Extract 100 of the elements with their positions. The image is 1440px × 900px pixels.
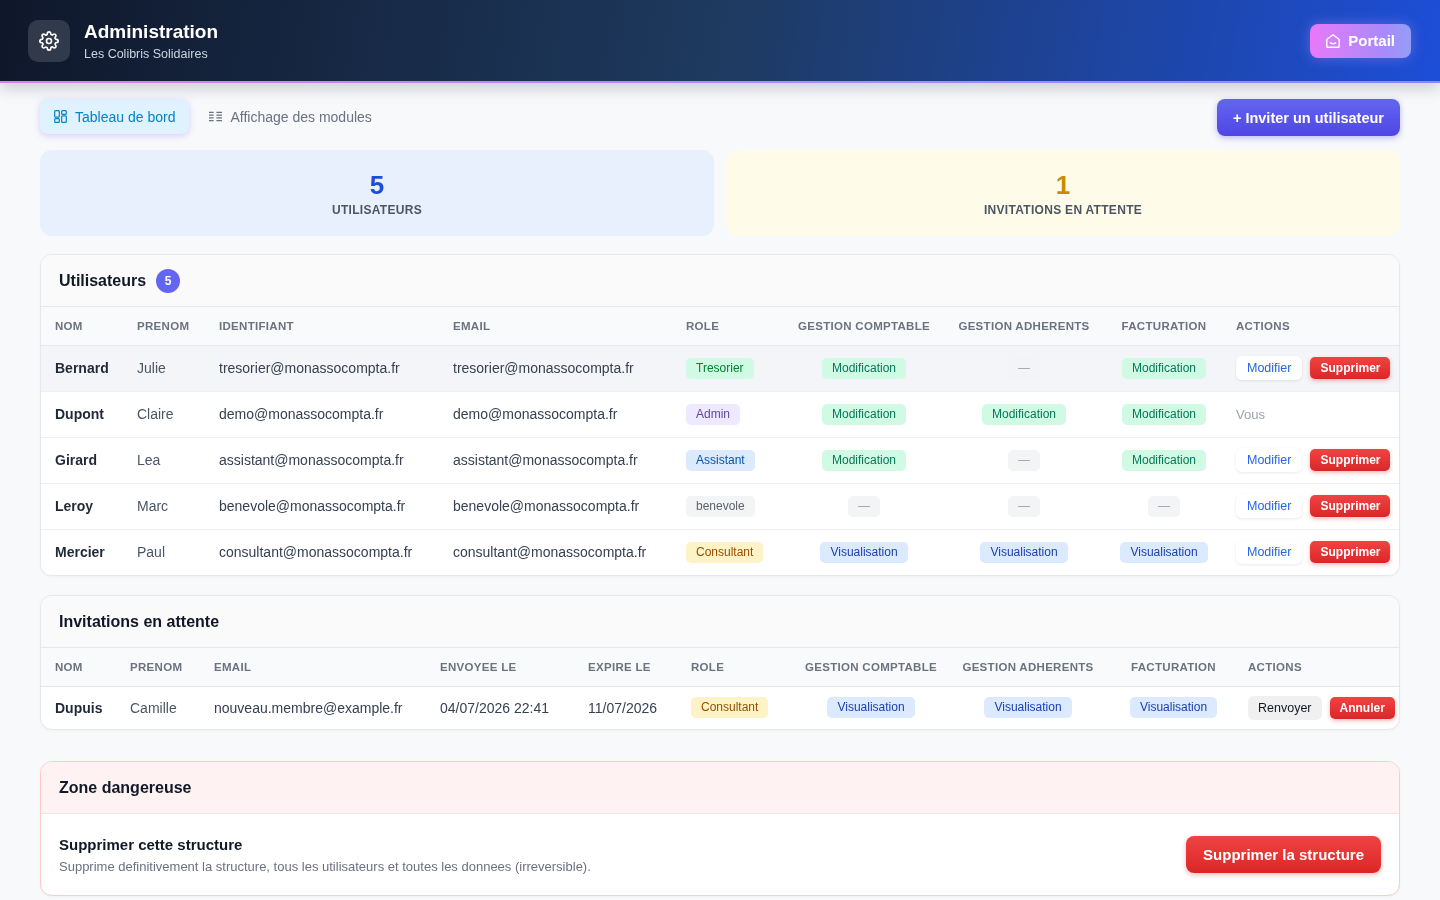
cancel-button[interactable]: Annuler <box>1329 696 1395 719</box>
access-level-badge: Visualisation <box>820 541 908 563</box>
role-badge: Consultant <box>686 541 764 563</box>
email-address: tresorier@monassocompta.fr <box>453 360 634 376</box>
edit-button[interactable]: Modifier <box>1236 356 1303 380</box>
column-header: GESTION ADHERENTS <box>958 319 1090 332</box>
column-header: FACTURATION <box>1121 319 1207 332</box>
column-header: NOM <box>55 660 83 673</box>
column-header: FACTURATION <box>1131 660 1216 673</box>
delete-structure-button[interactable]: Supprimer la structure <box>1186 836 1381 873</box>
column-header: ACTIONS <box>1236 319 1290 332</box>
column-header: GESTION COMPTABLE <box>798 319 930 332</box>
username: demo@monassocompta.fr <box>219 406 384 422</box>
access-level-badge: — <box>1008 495 1040 517</box>
edit-button[interactable]: Modifier <box>1236 494 1303 518</box>
app-title: Administration <box>84 20 219 43</box>
gear-icon <box>28 19 70 62</box>
access-level-badge: Visualisation <box>827 697 915 719</box>
column-header: EXPIRE LE <box>588 660 651 673</box>
panel-title: Zone dangereuse <box>59 778 192 797</box>
panel-title: Utilisateurs <box>59 271 147 290</box>
access-level-badge: Visualisation <box>980 541 1068 563</box>
access-level-badge: Modification <box>1122 449 1206 471</box>
role-badge: Admin <box>686 403 740 425</box>
column-header: PRENOM <box>137 319 190 332</box>
role-badge: Assistant <box>686 449 755 471</box>
column-header: ENVOYEE LE <box>440 660 517 673</box>
username: consultant@monassocompta.fr <box>219 544 413 561</box>
setting-description: Supprime definitivement la structure, tous les utilisateurs et toutes les donnees (irreversible). <box>59 858 591 874</box>
first-name: Paul <box>137 544 166 561</box>
column-header: ACTIONS <box>1248 660 1302 673</box>
last-name: Mercier <box>55 544 105 561</box>
email-address: consultant@monassocompta.fr <box>453 544 647 561</box>
portal-button[interactable]: Portail <box>1310 23 1411 58</box>
tab[interactable]: Affichage des modules <box>195 99 386 134</box>
column-header: GESTION ADHERENTS <box>962 660 1094 673</box>
column-header: GESTION COMPTABLE <box>805 660 937 673</box>
edit-button[interactable]: Modifier <box>1236 540 1303 565</box>
first-name: Julie <box>137 360 166 376</box>
home-icon <box>1326 33 1341 48</box>
stat-value: 5 <box>369 169 385 200</box>
last-name: Leroy <box>55 498 94 514</box>
email-address: demo@monassocompta.fr <box>453 406 618 422</box>
username: assistant@monassocompta.fr <box>219 452 404 468</box>
current-user-label: Vous <box>1236 406 1265 422</box>
invite-user-button[interactable]: + Inviter un utilisateur <box>1216 99 1400 136</box>
access-level-badge: Modification <box>982 403 1066 425</box>
first-name: Claire <box>137 406 174 422</box>
dashboard-grid-icon <box>54 110 67 123</box>
panel-title: Invitations en attente <box>59 612 220 631</box>
count-badge: 5 <box>156 268 181 293</box>
email-address: assistant@monassocompta.fr <box>453 452 638 468</box>
sent-date: 04/07/2026 22:41 <box>440 699 549 716</box>
first-name: Marc <box>137 498 169 514</box>
email-address: nouveau.membre@example.fr <box>214 699 403 716</box>
column-header: IDENTIFIANT <box>219 319 294 332</box>
access-level-badge: Modification <box>822 357 906 379</box>
access-level-badge: — <box>1008 357 1040 379</box>
role-badge: Tresorier <box>686 357 754 379</box>
last-name: Girard <box>55 452 97 468</box>
tab[interactable]: Tableau de bord <box>40 99 190 134</box>
username: tresorier@monassocompta.fr <box>219 360 400 376</box>
stat-label: INVITATIONS EN ATTENTE <box>983 202 1143 217</box>
access-level-badge: — <box>1148 495 1180 517</box>
access-level-badge: — <box>848 495 880 517</box>
delete-button[interactable]: Supprimer <box>1310 495 1391 517</box>
resend-button[interactable]: Renvoyer <box>1248 695 1322 720</box>
email-address: benevole@monassocompta.fr <box>453 498 640 514</box>
access-level-badge: Visualisation <box>1120 541 1208 563</box>
access-level-badge: Visualisation <box>984 697 1072 719</box>
list-columns-icon <box>209 111 223 122</box>
column-header: EMAIL <box>453 319 491 332</box>
username: benevole@monassocompta.fr <box>219 498 406 514</box>
column-header: PRENOM <box>130 660 183 673</box>
last-name: Dupont <box>55 406 104 422</box>
role-badge: Consultant <box>691 697 769 719</box>
organization-name: Les Colibris Solidaires <box>84 47 209 61</box>
delete-button[interactable]: Supprimer <box>1310 449 1391 471</box>
delete-button[interactable]: Supprimer <box>1310 357 1391 379</box>
access-level-badge: Modification <box>822 403 906 425</box>
column-header: NOM <box>55 319 83 332</box>
setting-title: Supprimer cette structure <box>59 835 244 853</box>
access-level-badge: Modification <box>1122 357 1206 379</box>
column-header: ROLE <box>686 319 720 332</box>
first-name: Lea <box>137 452 161 468</box>
role-badge: benevole <box>686 495 755 517</box>
access-level-badge: Modification <box>1122 403 1206 425</box>
edit-button[interactable]: Modifier <box>1236 448 1303 472</box>
delete-button[interactable]: Supprimer <box>1310 541 1391 564</box>
column-header: ROLE <box>691 660 725 673</box>
access-level-badge: Visualisation <box>1129 697 1218 719</box>
stat-value: 1 <box>1055 169 1071 200</box>
last-name: Bernard <box>55 360 109 376</box>
expiry-date: 11/07/2026 <box>588 699 658 716</box>
first-name: Camille <box>130 699 177 716</box>
stat-label: UTILISATEURS <box>331 202 422 217</box>
access-level-badge: — <box>1008 449 1040 471</box>
access-level-badge: Modification <box>822 449 906 471</box>
column-header: EMAIL <box>214 660 252 673</box>
last-name: Dupuis <box>55 699 103 716</box>
